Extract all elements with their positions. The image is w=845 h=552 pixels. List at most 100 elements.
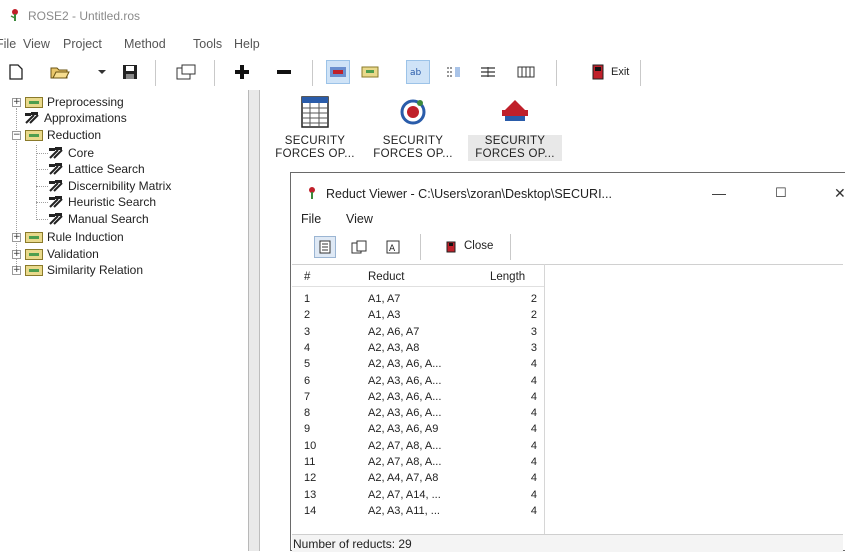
row-number: 8 [304,407,311,420]
table-row[interactable]: 14 A2, A3, A11, ... 4 [292,505,544,521]
remove-icon[interactable] [272,60,296,84]
table-row[interactable]: 12 A2, A4, A7, A8 4 [292,472,544,488]
table-row[interactable]: 5 A2, A3, A6, A... 4 [292,358,544,374]
tree-item-core[interactable]: Core [48,145,94,161]
table-row[interactable]: 6 A2, A3, A6, A... 4 [292,375,544,391]
menu-project[interactable]: Project [63,37,102,51]
method-tree-panel [0,90,249,551]
row-number: 7 [304,390,311,403]
rose-app-icon [309,187,315,199]
column-header-number[interactable]: # [304,271,310,283]
properties-icon[interactable] [174,60,198,84]
row-number: 4 [304,341,311,354]
exit-button-label[interactable]: Exit [611,66,629,78]
expand-icon[interactable]: + [12,265,21,275]
tree-item-manual-search[interactable]: Manual Search [48,211,149,227]
row-length: 4 [530,439,537,452]
table-row[interactable]: 8 A2, A3, A6, A... 4 [292,407,544,423]
view-table-icon[interactable] [514,60,538,84]
add-icon[interactable] [230,60,254,84]
row-number: 3 [304,325,311,338]
row-reduct: A2, A7, A8, A... [368,456,442,468]
menu-tools[interactable]: Tools [193,37,222,51]
table-row[interactable]: 10 A2, A7, A8, A... 4 [292,440,544,456]
row-reduct: A2, A3, A6, A... [368,374,442,387]
tree-item-similarity-relation[interactable]: + Similarity Relation [12,262,143,278]
toolbar-separator [155,60,156,86]
column-header-reduct[interactable]: Reduct [368,271,404,283]
tree-item-preprocessing[interactable]: + Preprocessing [12,94,124,110]
tree-item-validation[interactable]: + Validation [12,246,99,262]
tree-connector [36,202,48,203]
toolbar-separator [640,60,641,86]
view-details-icon[interactable] [442,60,466,84]
row-length: 4 [530,472,537,485]
workspace-item-rules[interactable]: SECURITY FORCES OP... [468,96,562,161]
tree-item-label: Reduction [47,128,102,142]
menu-view[interactable]: View [23,37,50,51]
row-reduct: A1, A7 [368,293,401,305]
close-window-icon[interactable]: ✕ [834,185,845,202]
workspace-item-label: SECURITY FORCES OP... [468,135,562,161]
menu-method[interactable]: Method [124,37,166,51]
close-door-icon[interactable] [440,236,462,258]
menu-help[interactable]: Help [234,37,260,51]
workspace-item-table[interactable]: SECURITY FORCES OP... [268,96,362,161]
row-reduct: A2, A4, A7, A8 [368,472,439,485]
view-small-icon[interactable] [358,60,382,84]
minimize-icon[interactable]: — [712,185,726,201]
maximize-icon[interactable]: ☐ [775,185,787,201]
report-view-icon[interactable] [314,236,336,258]
workspace-item-reduct[interactable]: SECURITY FORCES OP... [366,96,460,161]
hammer-icon [49,180,63,192]
tree-item-rule-induction[interactable]: + Rule Induction [12,229,124,245]
table-row[interactable]: 4 A2, A3, A8 3 [292,342,544,358]
table-row[interactable]: 2 A1, A3 2 [292,309,544,325]
row-number: 11 [304,456,316,468]
tree-item-label: Manual Search [68,212,149,226]
table-row[interactable]: 11 A2, A7, A8, A... 4 [292,456,544,472]
expand-icon[interactable]: + [12,97,21,107]
row-number: 5 [304,358,311,371]
tree-item-reduction[interactable]: − Reduction [12,127,101,143]
toolbar-separator [510,234,511,260]
dropdown-icon[interactable] [90,60,114,84]
close-button-label[interactable]: Close [464,240,493,252]
row-reduct: A2, A3, A6, A... [368,358,442,371]
tree-item-lattice-search[interactable]: Lattice Search [48,161,145,177]
copy-view-icon[interactable] [348,236,370,258]
view-list-icon[interactable]: ab [406,60,430,84]
folder-icon [25,248,43,260]
table-row[interactable]: 7 A2, A3, A6, A... 4 [292,391,544,407]
row-number: 13 [304,488,317,501]
tree-item-heuristic-search[interactable]: Heuristic Search [48,194,156,210]
tree-item-approximations[interactable]: Approximations [24,110,127,126]
tree-item-discernibility-matrix[interactable]: Discernibility Matrix [48,178,171,194]
menu-file[interactable]: File [0,37,16,51]
table-row[interactable]: 13 A2, A7, A14, ... 4 [292,489,544,505]
row-reduct: A2, A3, A6, A... [368,407,442,420]
svg-text:ab: ab [410,68,422,78]
toolbar-separator [312,60,313,86]
save-icon[interactable] [118,60,142,84]
collapse-icon[interactable]: − [12,130,21,140]
new-icon[interactable] [4,60,28,84]
exit-door-icon[interactable] [586,60,610,84]
panel-splitter[interactable] [249,90,260,551]
expand-icon[interactable]: + [12,249,21,259]
view-large-icon[interactable] [326,60,350,84]
hammer-icon [49,147,63,159]
view-columns-icon[interactable] [476,60,500,84]
open-icon[interactable] [48,60,72,84]
viewer-menu-view[interactable]: View [346,212,373,226]
viewer-title: Reduct Viewer - C:\Users\zoran\Desktop\S… [326,187,612,201]
table-row[interactable]: 1 A1, A7 2 [292,293,544,309]
row-length: 4 [530,423,537,436]
sort-view-icon[interactable]: A [382,236,404,258]
table-row[interactable]: 3 A2, A6, A7 3 [292,326,544,342]
table-row[interactable]: 9 A2, A3, A6, A9 4 [292,423,544,439]
column-header-length[interactable]: Length [490,271,525,283]
workspace-item-label: SECURITY FORCES OP... [275,135,355,160]
viewer-menu-file[interactable]: File [301,212,321,226]
expand-icon[interactable]: + [12,232,21,242]
